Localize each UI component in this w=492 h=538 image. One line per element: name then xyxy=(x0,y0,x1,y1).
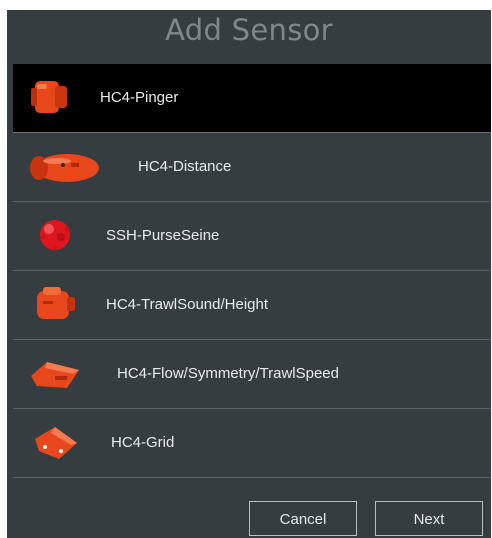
sensor-label: HC4-Grid xyxy=(111,434,175,451)
purseseine-sensor-icon xyxy=(35,217,75,253)
sensor-item-hc4-distance[interactable]: HC4-Distance xyxy=(13,133,491,202)
sensor-item-ssh-purseseine[interactable]: SSH-PurseSeine xyxy=(13,202,491,271)
grid-sensor-icon xyxy=(31,423,81,463)
sensor-label: SSH-PurseSeine xyxy=(106,227,220,244)
cancel-button[interactable]: Cancel xyxy=(249,501,357,536)
add-sensor-dialog: Add Sensor HC4-Pinger HC4-Distance SSH-P… xyxy=(7,10,491,538)
sensor-item-hc4-grid[interactable]: HC4-Grid xyxy=(13,409,491,478)
dialog-title: Add Sensor xyxy=(165,13,333,47)
sensor-label: HC4-Distance xyxy=(138,158,232,175)
sensor-label: HC4-Flow/Symmetry/TrawlSpeed xyxy=(117,365,339,382)
sensor-list: HC4-Pinger HC4-Distance SSH-PurseSeine H… xyxy=(13,64,491,478)
sensor-item-hc4-flow-symmetry-trawlspeed[interactable]: HC4-Flow/Symmetry/TrawlSpeed xyxy=(13,340,491,409)
flow-sensor-icon xyxy=(27,356,83,392)
trawlsound-sensor-icon xyxy=(31,285,77,323)
next-button[interactable]: Next xyxy=(375,501,483,536)
sensor-item-hc4-pinger[interactable]: HC4-Pinger xyxy=(13,64,491,133)
sensor-label: HC4-Pinger xyxy=(100,89,179,106)
sensor-item-hc4-trawlsound-height[interactable]: HC4-TrawlSound/Height xyxy=(13,271,491,340)
pinger-sensor-icon xyxy=(29,78,71,116)
sensor-label: HC4-TrawlSound/Height xyxy=(106,296,269,313)
distance-sensor-icon xyxy=(27,150,103,186)
